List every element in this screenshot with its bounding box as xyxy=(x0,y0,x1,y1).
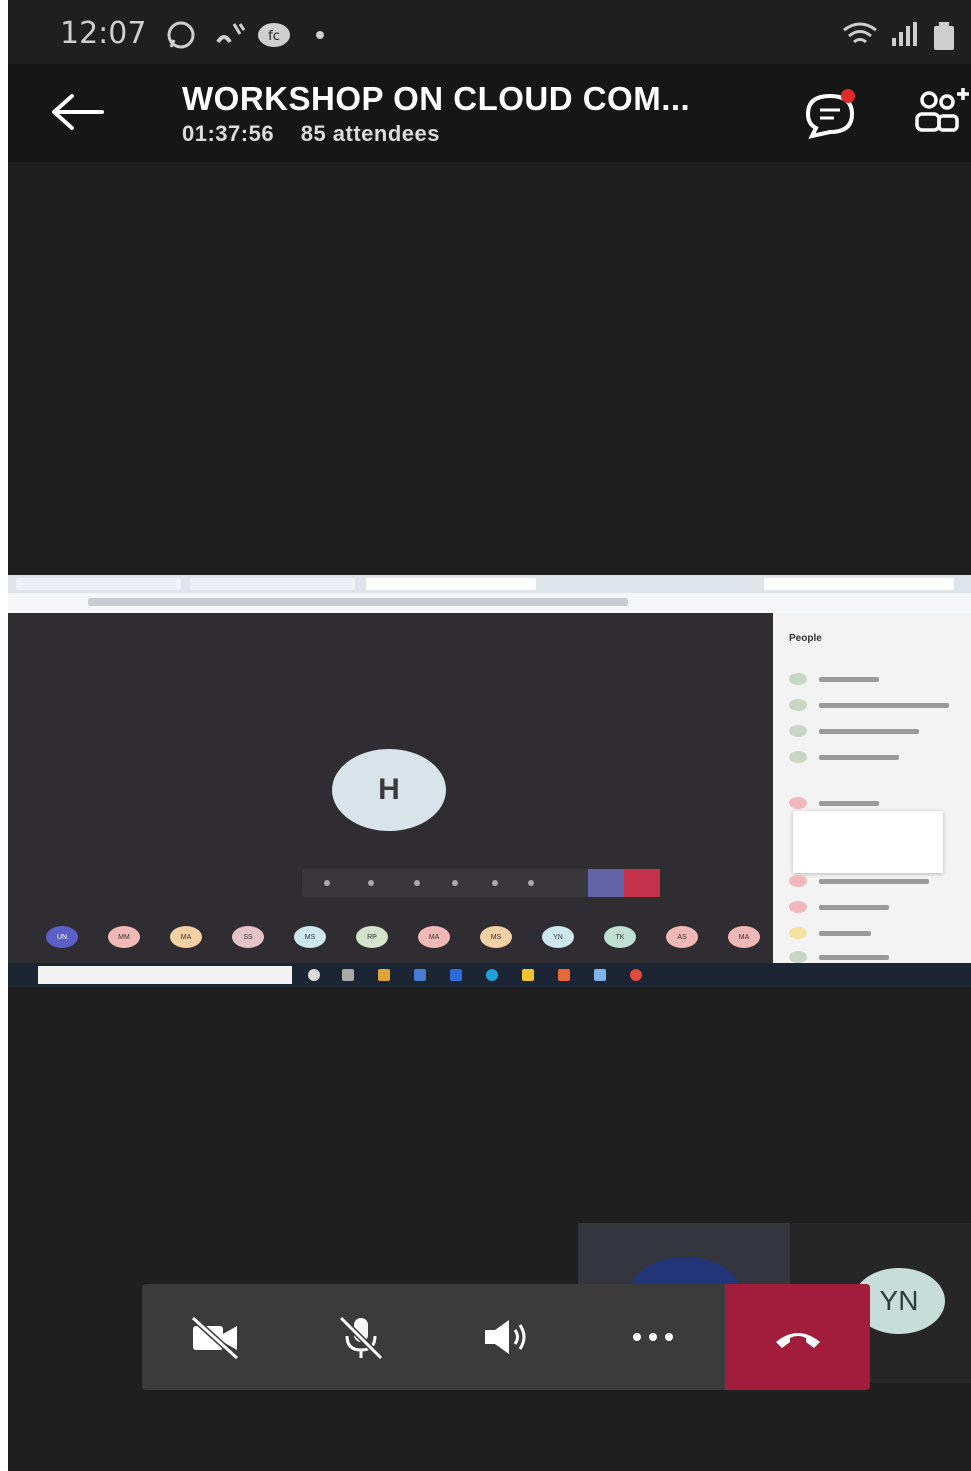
toolbar-dot xyxy=(368,880,374,886)
attendee-avatar: MS xyxy=(480,926,512,948)
taskbar-icon xyxy=(450,969,462,981)
meeting-subtitle: 01:37:56 85 attendees xyxy=(182,121,460,147)
toolbar-dot xyxy=(528,880,534,886)
wifi-icon xyxy=(843,22,877,44)
whatsapp-icon xyxy=(167,21,195,49)
taskbar-icon xyxy=(378,969,390,981)
mic-off-icon xyxy=(338,1315,384,1361)
url-text xyxy=(88,598,628,606)
attendee-avatar: TK xyxy=(604,926,636,948)
people-panel-title: People xyxy=(789,633,822,644)
status-bar: 12:07 fc xyxy=(8,0,971,64)
attendee-avatar: SS xyxy=(232,926,264,948)
call-controls xyxy=(142,1284,870,1390)
taskbar-icon xyxy=(594,969,606,981)
shared-share-button xyxy=(588,869,624,897)
taskbar-search xyxy=(38,966,292,984)
attendee-avatar: MM xyxy=(108,926,140,948)
toolbar-dot xyxy=(324,880,330,886)
meeting-title: WORKSHOP ON CLOUD COM... xyxy=(182,80,691,117)
fb-icon: fc xyxy=(258,23,290,47)
chat-icon[interactable] xyxy=(800,86,860,142)
status-time: 12:07 xyxy=(60,16,147,51)
back-arrow-icon[interactable] xyxy=(48,90,108,134)
taskbar-icon xyxy=(630,969,642,981)
meeting-duration: 01:37:56 xyxy=(182,121,275,146)
hang-up-icon xyxy=(775,1333,820,1348)
speaker-icon xyxy=(485,1320,526,1354)
attendee-avatar: MA xyxy=(170,926,202,948)
meeting-stage: H UN MM MA SS MS RP MA MS YN TK AS MA xyxy=(8,613,773,963)
battery-icon xyxy=(934,22,954,50)
browser-tab xyxy=(764,578,954,590)
phone-screen: 12:07 fc WORKSHOP ON CLOUD COM... 01:37:… xyxy=(8,0,971,1471)
taskbar-icon xyxy=(414,969,426,981)
taskbar-icon xyxy=(486,969,498,981)
more-icon xyxy=(633,1333,673,1341)
svg-text:fc: fc xyxy=(268,29,280,44)
attendee-count: 85 attendees xyxy=(300,121,440,146)
toolbar-dot xyxy=(492,880,498,886)
more-options-button[interactable] xyxy=(580,1284,726,1390)
toolbar-dot xyxy=(452,880,458,886)
presenter-avatar: H xyxy=(332,749,446,831)
shared-end-button xyxy=(624,869,660,897)
shared-screen: H UN MM MA SS MS RP MA MS YN TK AS MA People xyxy=(8,575,971,987)
attendee-avatar: AS xyxy=(666,926,698,948)
camera-toggle-button[interactable] xyxy=(142,1284,288,1390)
browser-tab xyxy=(366,578,536,590)
attendee-avatar: UN xyxy=(46,926,78,948)
add-people-icon[interactable] xyxy=(913,84,971,140)
browser-tab xyxy=(190,578,355,590)
attendee-avatar: MA xyxy=(418,926,450,948)
browser-url-bar xyxy=(8,593,971,613)
windows-taskbar xyxy=(8,963,971,987)
shared-meeting-toolbar xyxy=(302,869,660,897)
context-menu xyxy=(793,811,943,873)
chat-badge xyxy=(841,89,855,103)
speaker-button[interactable] xyxy=(434,1284,580,1390)
toolbar-dot xyxy=(414,880,420,886)
meeting-header: WORKSHOP ON CLOUD COM... 01:37:56 85 att… xyxy=(8,64,971,162)
camera-off-icon xyxy=(190,1315,240,1361)
self-video-tile xyxy=(578,1223,790,1293)
signal-icon xyxy=(892,22,917,46)
attendee-avatar: YN xyxy=(542,926,574,948)
attendee-avatar: RP xyxy=(356,926,388,948)
dot-icon xyxy=(316,31,324,39)
people-panel: People xyxy=(773,613,971,963)
attendee-avatar: MS xyxy=(294,926,326,948)
taskbar-icon xyxy=(308,969,320,981)
taskbar-icon xyxy=(522,969,534,981)
hang-up-button[interactable] xyxy=(725,1284,870,1390)
mic-toggle-button[interactable] xyxy=(288,1284,434,1390)
missed-call-icon xyxy=(216,23,246,44)
taskbar-icon xyxy=(342,969,354,981)
browser-tab xyxy=(16,578,181,590)
browser-tab-bar xyxy=(8,575,971,593)
attendee-avatar: MA xyxy=(728,926,760,948)
taskbar-icon xyxy=(558,969,570,981)
